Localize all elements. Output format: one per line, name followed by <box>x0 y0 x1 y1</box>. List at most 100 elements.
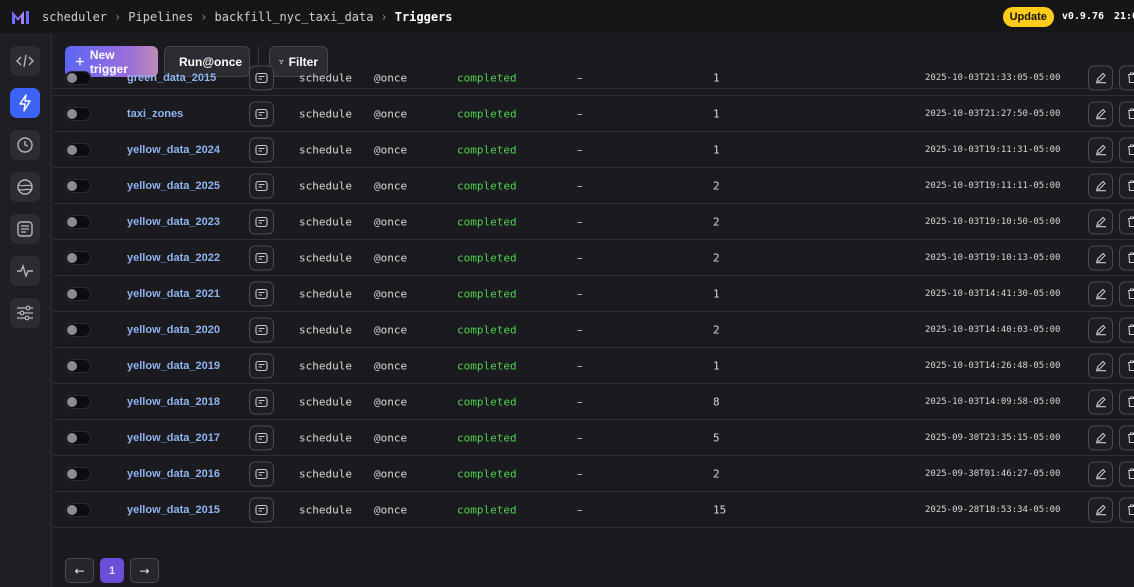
table-row: yellow_data_2019 schedule @once completed – 1… <box>53 348 1134 384</box>
edit-button[interactable] <box>1088 101 1113 126</box>
page-button-current[interactable]: 1 <box>100 558 124 583</box>
trigger-name-link[interactable]: yellow_data_2024 <box>127 144 220 156</box>
delete-button[interactable] <box>1119 65 1134 90</box>
trigger-toggle[interactable] <box>65 358 91 373</box>
logs-button[interactable] <box>249 173 274 198</box>
trigger-toggle[interactable] <box>65 70 91 85</box>
trigger-name-link[interactable]: yellow_data_2016 <box>127 468 220 480</box>
delete-button[interactable] <box>1119 389 1134 414</box>
trigger-toggle[interactable] <box>65 106 91 121</box>
prev-page-button[interactable]: ← <box>65 558 94 583</box>
logs-button[interactable] <box>249 317 274 342</box>
trigger-status: completed <box>457 323 517 336</box>
logs-icon <box>255 288 268 299</box>
trigger-toggle[interactable] <box>65 502 91 517</box>
edit-button[interactable] <box>1088 317 1113 342</box>
trigger-type: schedule <box>299 467 352 480</box>
logs-button[interactable] <box>249 65 274 90</box>
edit-button[interactable] <box>1088 209 1113 234</box>
trigger-next-run: – <box>577 71 583 84</box>
top-bar: scheduler › Pipelines › backfill_nyc_tax… <box>0 0 1134 33</box>
trigger-toggle[interactable] <box>65 322 91 337</box>
trigger-toggle[interactable] <box>65 430 91 445</box>
trigger-type: schedule <box>299 179 352 192</box>
logs-button[interactable] <box>249 209 274 234</box>
delete-button[interactable] <box>1119 173 1134 198</box>
sidebar-item-monitor[interactable] <box>10 256 40 286</box>
delete-button[interactable] <box>1119 101 1134 126</box>
trigger-name-link[interactable]: yellow_data_2025 <box>127 180 220 192</box>
delete-button[interactable] <box>1119 245 1134 270</box>
trigger-frequency: @once <box>374 107 408 120</box>
trigger-toggle[interactable] <box>65 214 91 229</box>
edit-button[interactable] <box>1088 173 1113 198</box>
trigger-name-link[interactable]: yellow_data_2019 <box>127 360 220 372</box>
app-logo-icon[interactable] <box>0 0 42 33</box>
breadcrumb-scheduler[interactable]: scheduler <box>42 10 107 24</box>
trigger-next-run: – <box>577 215 583 228</box>
edit-button[interactable] <box>1088 425 1113 450</box>
trigger-toggle[interactable] <box>65 250 91 265</box>
trigger-type: schedule <box>299 143 352 156</box>
edit-button[interactable] <box>1088 137 1113 162</box>
edit-button[interactable] <box>1088 389 1113 414</box>
logs-button[interactable] <box>249 461 274 486</box>
sidebar-item-logs[interactable] <box>10 214 40 244</box>
delete-button[interactable] <box>1119 461 1134 486</box>
trigger-name-link[interactable]: yellow_data_2023 <box>127 216 220 228</box>
code-icon <box>16 54 34 68</box>
sidebar-item-settings[interactable] <box>10 298 40 328</box>
delete-button[interactable] <box>1119 497 1134 522</box>
logs-button[interactable] <box>249 497 274 522</box>
sidebar-item-runs[interactable] <box>10 130 40 160</box>
trigger-toggle[interactable] <box>65 466 91 481</box>
logs-button[interactable] <box>249 389 274 414</box>
edit-button[interactable] <box>1088 461 1113 486</box>
edit-button[interactable] <box>1088 497 1113 522</box>
delete-button[interactable] <box>1119 425 1134 450</box>
delete-button[interactable] <box>1119 137 1134 162</box>
trigger-name-link[interactable]: yellow_data_2017 <box>127 432 220 444</box>
delete-button[interactable] <box>1119 353 1134 378</box>
trigger-name-link[interactable]: yellow_data_2022 <box>127 252 220 264</box>
sidebar-item-code[interactable] <box>10 46 40 76</box>
trigger-type: schedule <box>299 107 352 120</box>
clock-icon <box>17 137 33 153</box>
trigger-type: schedule <box>299 395 352 408</box>
delete-button[interactable] <box>1119 317 1134 342</box>
edit-button[interactable] <box>1088 65 1113 90</box>
edit-button[interactable] <box>1088 353 1113 378</box>
sliders-icon <box>17 305 33 321</box>
logs-button[interactable] <box>249 137 274 162</box>
trigger-toggle[interactable] <box>65 286 91 301</box>
logs-button[interactable] <box>249 245 274 270</box>
trigger-name-link[interactable]: yellow_data_2015 <box>127 504 220 516</box>
breadcrumb-pipelines[interactable]: Pipelines <box>128 10 193 24</box>
update-button[interactable]: Update <box>1002 6 1054 27</box>
trigger-toggle[interactable] <box>65 142 91 157</box>
delete-button[interactable] <box>1119 209 1134 234</box>
trigger-type: schedule <box>299 71 352 84</box>
sidebar-item-triggers[interactable] <box>10 88 40 118</box>
trigger-name-link[interactable]: yellow_data_2018 <box>127 396 220 408</box>
logs-button[interactable] <box>249 353 274 378</box>
logs-button[interactable] <box>249 101 274 126</box>
table-row: taxi_zones schedule @once completed – 1 2025-1… <box>53 96 1134 132</box>
breadcrumb-pipeline[interactable]: backfill_nyc_taxi_data <box>215 10 374 24</box>
trigger-toggle[interactable] <box>65 178 91 193</box>
trigger-next-run: – <box>577 395 583 408</box>
trigger-status: completed <box>457 143 517 156</box>
sidebar-item-backfills[interactable] <box>10 172 40 202</box>
edit-button[interactable] <box>1088 245 1113 270</box>
trigger-toggle[interactable] <box>65 394 91 409</box>
trigger-name-link[interactable]: yellow_data_2020 <box>127 324 220 336</box>
delete-button[interactable] <box>1119 281 1134 306</box>
trigger-name-link[interactable]: green_data_2015 <box>127 72 216 84</box>
logs-button[interactable] <box>249 425 274 450</box>
edit-button[interactable] <box>1088 281 1113 306</box>
trigger-status: completed <box>457 251 517 264</box>
trigger-name-link[interactable]: yellow_data_2021 <box>127 288 220 300</box>
next-page-button[interactable]: → <box>130 558 159 583</box>
trigger-name-link[interactable]: taxi_zones <box>127 108 183 120</box>
logs-button[interactable] <box>249 281 274 306</box>
